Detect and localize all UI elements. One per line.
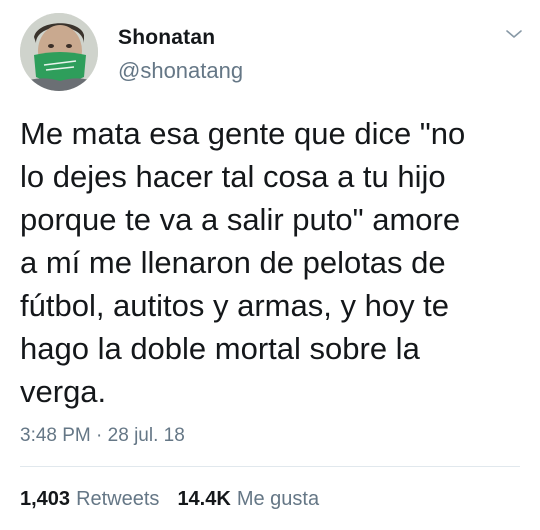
author-name[interactable]: Shonatan xyxy=(118,26,215,50)
tweet-text: Me mata esa gente que dice "no lo dejes … xyxy=(20,116,466,409)
retweets-count: 1,403 xyxy=(20,488,71,510)
retweets-label: Retweets xyxy=(76,488,160,510)
tweet-stats: 1,403 Retweets 14.4K Me gusta xyxy=(20,488,319,511)
likes-stat[interactable]: 14.4K Me gusta xyxy=(177,488,319,511)
author-handle[interactable]: @shonatang xyxy=(118,58,243,84)
divider xyxy=(20,466,520,467)
likes-count: 14.4K xyxy=(177,488,231,510)
tweet-time: 3:48 PM xyxy=(20,425,91,446)
chevron-down-icon[interactable] xyxy=(503,26,525,42)
user-avatar-icon xyxy=(20,13,98,91)
tweet-card: Shonatan @shonatang Me mata esa gente qu… xyxy=(0,0,540,530)
likes-label: Me gusta xyxy=(236,488,320,510)
tweet-timestamp[interactable]: 3:48 PM · 28 jul. 18 xyxy=(20,425,185,447)
retweets-stat[interactable]: 1,403 Retweets xyxy=(20,488,159,511)
timestamp-separator: · xyxy=(90,425,108,446)
author-avatar[interactable] xyxy=(20,13,98,91)
tweet-date: 28 jul. 18 xyxy=(107,425,185,446)
